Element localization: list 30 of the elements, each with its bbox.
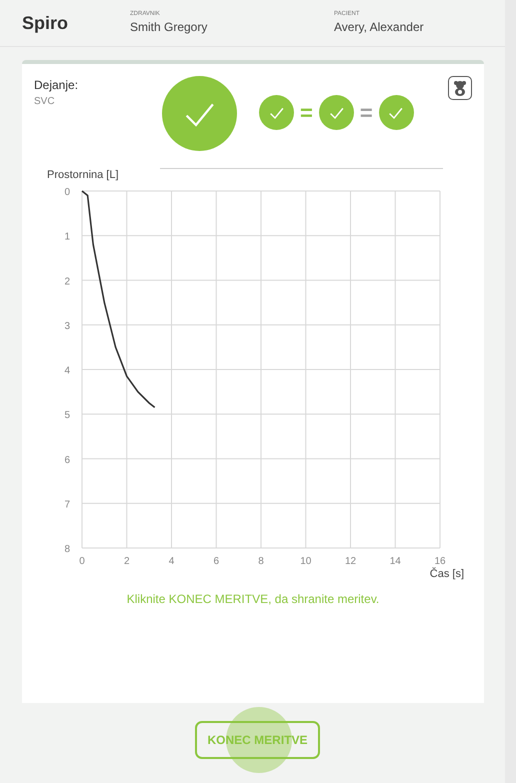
tick-label: 0 [79, 556, 85, 567]
tick-label: 2 [64, 276, 70, 288]
tick-label: 8 [258, 556, 264, 567]
tick-label: 8 [64, 544, 70, 555]
tick-label: 10 [300, 556, 312, 567]
tick-label: 0 [64, 187, 70, 198]
tick-label: 5 [64, 410, 70, 422]
axis-title: Prostornina [L] [47, 169, 119, 181]
action-label: Dejanje: [34, 77, 80, 94]
tick-label: 7 [64, 499, 70, 510]
tick-label: 1 [64, 232, 70, 243]
patient-name: Avery, Alexander [334, 19, 424, 36]
app-title: Spiro [22, 12, 70, 35]
teddy-bear-button[interactable] [448, 76, 472, 100]
tick-label: 6 [64, 454, 70, 466]
doctor-name: Smith Gregory [130, 19, 208, 36]
tick-label: 4 [168, 556, 174, 567]
tick-label: 4 [64, 366, 70, 376]
tick-label: 16 [434, 556, 446, 567]
tick-label: 6 [213, 556, 220, 567]
tick-label: 3 [64, 320, 70, 332]
teddy-bear-icon [453, 80, 467, 96]
tick-label: 2 [124, 556, 130, 567]
tick-label: 14 [390, 556, 401, 567]
equals-sign: = [360, 99, 373, 127]
tick-label: 12 [344, 556, 356, 567]
action-value: SVC [34, 95, 56, 109]
axis-title: Čas [s] [430, 568, 464, 580]
equals-sign: = [300, 99, 313, 127]
instruction-text: Kliknite KONEC MERITVE, da shranite meritev. [126, 591, 380, 608]
